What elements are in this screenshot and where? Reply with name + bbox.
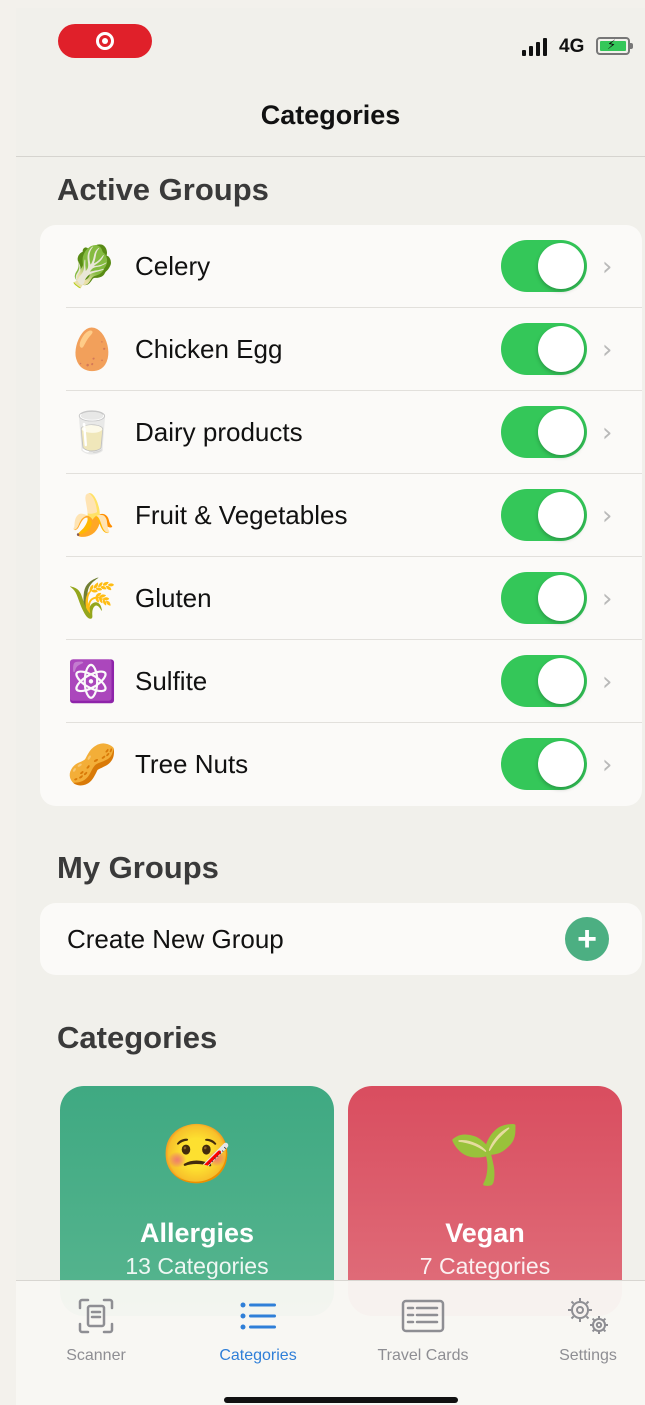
active-groups-list: 🥬 Celery › 🥚 Chicken Egg › 🥛 Dairy produ… [40,225,642,806]
sick-face-icon: 🤒 [160,1122,234,1187]
tab-categories[interactable]: Categories [188,1295,328,1365]
tab-settings[interactable]: Settings [518,1295,645,1365]
plus-icon[interactable]: + [565,917,609,961]
chevron-right-icon[interactable]: › [602,335,612,365]
scanner-icon [26,1295,166,1337]
active-group-row-sulfite[interactable]: ⚛️ Sulfite › [40,640,642,723]
chevron-right-icon[interactable]: › [602,501,612,531]
gears-icon [518,1295,645,1337]
chevron-right-icon[interactable]: › [602,584,612,614]
active-group-row-tree-nuts[interactable]: 🥜 Tree Nuts › [40,723,642,806]
group-toggle-gluten[interactable] [501,572,587,624]
battery-icon [596,37,633,55]
group-label: Chicken Egg [135,334,283,364]
cellular-signal-icon [522,38,547,56]
peanut-icon: 🥜 [67,742,117,787]
group-toggle-chicken-egg[interactable] [501,323,587,375]
active-group-row-fruit-vegetables[interactable]: 🍌 Fruit & Vegetables › [40,474,642,557]
chevron-right-icon[interactable]: › [602,252,612,282]
group-label: Celery [135,251,211,281]
category-count: 13 Categories [125,1253,269,1279]
group-label: Dairy products [135,417,303,447]
tab-label: Scanner [66,1347,126,1364]
tab-scanner[interactable]: Scanner [26,1295,166,1365]
card-icon [353,1295,493,1337]
milk-glass-icon: 🥛 [67,410,117,455]
nav-divider [16,156,645,157]
group-toggle-dairy[interactable] [501,406,587,458]
status-bar: 4G [16,8,645,78]
atom-icon: ⚛️ [67,659,117,704]
home-indicator[interactable] [224,1397,458,1403]
categories-header: Categories [57,1020,218,1055]
my-groups-header: My Groups [57,850,219,885]
screen-recording-indicator[interactable] [58,24,152,58]
record-icon [96,32,114,50]
category-count: 7 Categories [419,1253,551,1279]
active-group-row-gluten[interactable]: 🌾 Gluten › [40,557,642,640]
page-title: Categories [260,100,401,130]
group-label: Sulfite [135,666,208,696]
group-toggle-celery[interactable] [501,240,587,292]
chevron-right-icon[interactable]: › [602,418,612,448]
celery-icon: 🥬 [67,244,117,289]
egg-icon: 🥚 [67,327,117,372]
group-label: Gluten [135,583,212,613]
category-name: Vegan [445,1218,525,1248]
wheat-icon: 🌾 [67,576,117,621]
group-toggle-fruit-vegetables[interactable] [501,489,587,541]
chevron-right-icon[interactable]: › [602,667,612,697]
network-type: 4G [559,36,585,57]
group-label: Tree Nuts [135,749,249,779]
active-groups-header: Active Groups [57,172,269,207]
my-groups-list: Create New Group + [40,903,642,975]
tab-travel-cards[interactable]: Travel Cards [353,1295,493,1365]
active-group-row-dairy[interactable]: 🥛 Dairy products › [40,391,642,474]
create-new-group-label: Create New Group [67,923,284,954]
tab-label: Travel Cards [377,1347,469,1364]
list-icon [188,1295,328,1337]
banana-icon: 🍌 [67,493,117,538]
group-label: Fruit & Vegetables [135,500,348,530]
group-toggle-sulfite[interactable] [501,655,587,707]
active-group-row-chicken-egg[interactable]: 🥚 Chicken Egg › [40,308,642,391]
seedling-icon: 🌱 [448,1122,522,1187]
tab-label: Settings [559,1347,617,1364]
create-new-group-row[interactable]: Create New Group + [40,903,642,975]
chevron-right-icon[interactable]: › [602,750,612,780]
active-group-row-celery[interactable]: 🥬 Celery › [40,225,642,308]
app-screen: 4G Categories Active Groups 🥬 Celery › 🥚… [16,8,645,1405]
tab-label: Categories [219,1347,297,1364]
group-toggle-tree-nuts[interactable] [501,738,587,790]
category-name: Allergies [139,1218,255,1248]
tab-bar: Scanner Categories Travel Cards Settings [16,1280,645,1405]
